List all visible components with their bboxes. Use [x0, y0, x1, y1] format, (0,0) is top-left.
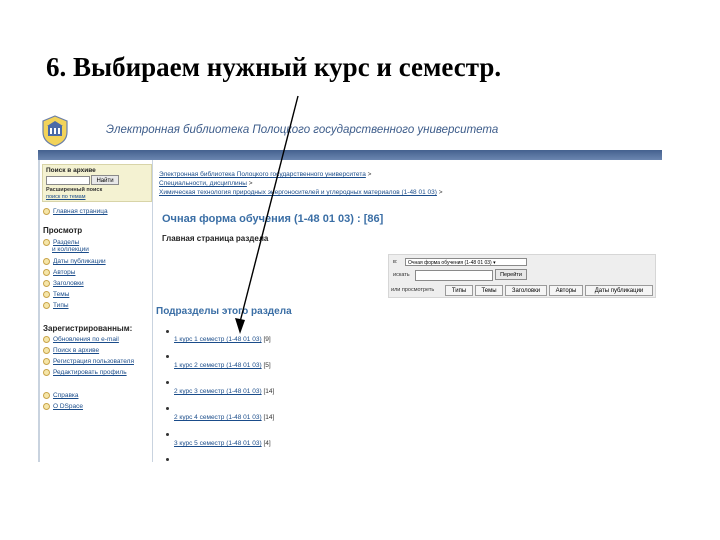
- subsection-item-3[interactable]: 2 курс 3 семестр (1-48 01 03) [14]: [174, 388, 274, 395]
- archive-search-box: Поиск в архиве Найти Расширенный поиск п…: [42, 164, 152, 202]
- sidebar-item-archive-search[interactable]: Поиск в архиве: [43, 347, 99, 354]
- bullet-icon: [43, 208, 50, 215]
- header-bar: [38, 150, 662, 160]
- list-bullet: [166, 381, 169, 384]
- scope-select[interactable]: Очная форма обучения (1-48 01 03) ▾: [405, 258, 527, 266]
- sidebar-item-dates[interactable]: Даты публикации: [43, 258, 106, 265]
- sidebar-item-authors[interactable]: Авторы: [43, 269, 75, 276]
- breadcrumb-2[interactable]: Специальности, дисциплины >: [159, 180, 253, 187]
- sidebar-item-register[interactable]: Регистрация пользователя: [43, 358, 134, 365]
- bullet-icon: [43, 336, 50, 343]
- subsections-heading: Подразделы этого раздела: [156, 306, 292, 317]
- site-header: Электронная библиотека Полоцкого государ…: [38, 112, 662, 150]
- sidebar-item-about[interactable]: О DSpace: [43, 403, 83, 410]
- sidebar-item-help[interactable]: Справка: [43, 392, 79, 399]
- sidebar: Поиск в архиве Найти Расширенный поиск п…: [40, 160, 152, 462]
- sidebar-item-home[interactable]: Главная страница: [43, 208, 108, 215]
- browser-screenshot: Электронная библиотека Полоцкого государ…: [38, 112, 662, 462]
- sidebar-item-collections[interactable]: и коллекции: [52, 246, 89, 253]
- section-subtitle: Главная страница раздела: [162, 234, 269, 243]
- search-input[interactable]: [46, 176, 90, 185]
- bullet-icon: [43, 239, 50, 246]
- tab-titles[interactable]: Заголовки: [505, 285, 547, 296]
- main-content: Электронная библиотека Полоцкого государ…: [156, 160, 660, 462]
- browse-label: или просмотреть: [391, 287, 435, 293]
- tab-dates[interactable]: Даты публикации: [585, 285, 653, 296]
- list-bullet: [166, 458, 169, 461]
- sidebar-divider: [152, 160, 153, 462]
- list-bullet: [166, 355, 169, 358]
- bullet-icon: [43, 258, 50, 265]
- registered-heading: Зарегистрированным:: [43, 324, 133, 333]
- list-bullet: [166, 330, 169, 333]
- list-bullet: [166, 407, 169, 410]
- sidebar-item-email-updates[interactable]: Обновления по e-mail: [43, 336, 119, 343]
- bullet-icon: [43, 280, 50, 287]
- tab-types[interactable]: Типы: [445, 285, 473, 296]
- subsection-item-4[interactable]: 2 курс 4 семестр (1-48 01 03) [14]: [174, 414, 274, 421]
- search-title: Поиск в архиве: [46, 167, 96, 174]
- sidebar-item-titles[interactable]: Заголовки: [43, 280, 84, 287]
- bullet-icon: [43, 369, 50, 376]
- sidebar-item-topics[interactable]: Темы: [43, 291, 69, 298]
- find-button[interactable]: Найти: [91, 175, 119, 185]
- go-button[interactable]: Перейти: [495, 269, 527, 280]
- subsection-item-2[interactable]: 1 курс 2 семестр (1-48 01 03) [5]: [174, 362, 271, 369]
- section-title: Очная форма обучения (1-48 01 03) : [86]: [162, 213, 384, 225]
- tab-topics[interactable]: Темы: [475, 285, 503, 296]
- filter-panel: в: Очная форма обучения (1-48 01 03) ▾ и…: [388, 254, 656, 298]
- topic-search-link[interactable]: поиск по темам: [46, 194, 86, 200]
- bullet-icon: [43, 358, 50, 365]
- bullet-icon: [43, 347, 50, 354]
- breadcrumb-3[interactable]: Химическая технология природных энергоно…: [159, 189, 443, 196]
- site-title: Электронная библиотека Полоцкого государ…: [106, 124, 499, 136]
- subsection-item-5[interactable]: 3 курс 5 семестр (1-48 01 03) [4]: [174, 440, 271, 447]
- tab-authors[interactable]: Авторы: [549, 285, 583, 296]
- list-bullet: [166, 433, 169, 436]
- in-label: в:: [393, 259, 398, 265]
- bullet-icon: [43, 392, 50, 399]
- bullet-icon: [43, 403, 50, 410]
- bullet-icon: [43, 269, 50, 276]
- for-label: искать: [393, 272, 410, 278]
- university-crest-icon: [42, 115, 68, 147]
- browse-heading: Просмотр: [43, 226, 83, 235]
- breadcrumb-1[interactable]: Электронная библиотека Полоцкого государ…: [159, 171, 371, 178]
- bullet-icon: [43, 302, 50, 309]
- slide-title: 6. Выбираем нужный курс и семестр.: [46, 52, 502, 82]
- advanced-search-label[interactable]: Расширенный поиск: [46, 187, 102, 193]
- subsection-item-1[interactable]: 1 курс 1 семестр (1-48 01 03) [9]: [174, 336, 271, 343]
- bullet-icon: [43, 291, 50, 298]
- filter-search-input[interactable]: [415, 270, 493, 281]
- sidebar-item-types[interactable]: Типы: [43, 302, 69, 309]
- sidebar-item-edit-profile[interactable]: Редактировать профиль: [43, 369, 127, 376]
